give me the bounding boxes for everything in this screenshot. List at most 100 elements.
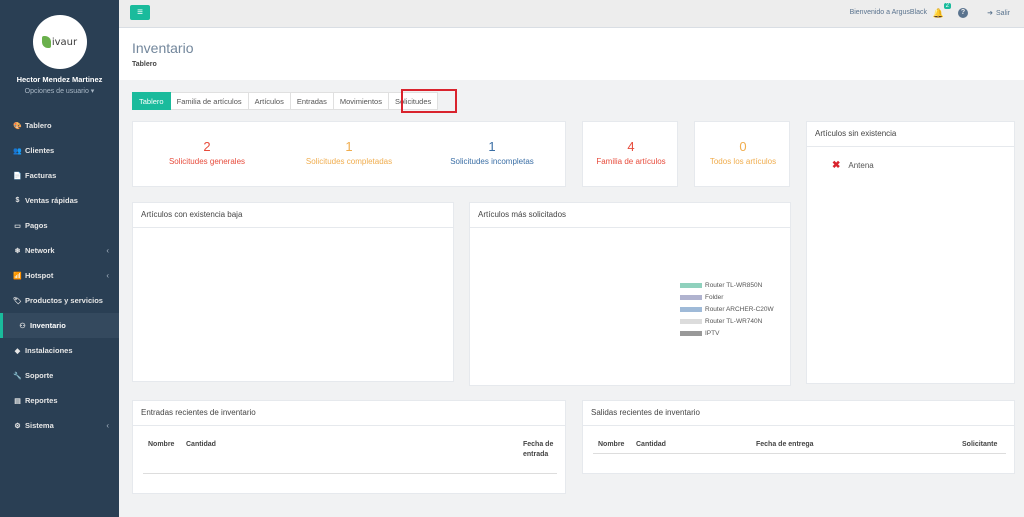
stat-value: 4	[627, 139, 635, 154]
column-header[interactable]: Fecha de entrega	[756, 440, 814, 450]
dollar-icon: $	[15, 197, 20, 204]
panel-title: Salidas recientes de inventario	[583, 401, 1014, 426]
legend-swatch	[680, 294, 702, 300]
help-icon[interactable]: ?	[958, 8, 968, 18]
users-icon: 👥	[13, 147, 22, 155]
sidebar-item-facturas[interactable]: 📄 Facturas	[0, 163, 119, 188]
column-header[interactable]: Nombre	[598, 440, 624, 450]
tab-movimientos[interactable]: Movimientos	[333, 92, 389, 110]
sidebar-item-inventario[interactable]: ⚇ Inventario	[0, 313, 119, 338]
sidebar-item-tablero[interactable]: 🎨 Tablero	[0, 113, 119, 138]
sidebar-item-label: Hotspot	[25, 271, 54, 280]
logout-label: Salir	[995, 10, 1010, 17]
dashboard-icon: 🎨	[13, 122, 22, 130]
sidebar: ivaur Hector Mendez Martinez Opciones de…	[0, 0, 119, 517]
sidebar-item-sistema[interactable]: ⚙ Sistema ‹	[0, 413, 119, 438]
tab-entradas[interactable]: Entradas	[290, 92, 334, 110]
sidebar-item-label: Network	[25, 246, 55, 255]
legend-label: Folder	[705, 293, 724, 301]
table-divider	[143, 473, 557, 474]
item-name: Antena	[848, 161, 874, 170]
chart-legend: Router TL-WR850N Folder Router ARCHER-C2…	[680, 279, 774, 339]
tag-icon: 🏷	[13, 297, 22, 305]
stat-value: 1	[345, 139, 353, 154]
chevron-left-icon: ‹	[106, 246, 109, 255]
column-header[interactable]: Cantidad	[186, 440, 216, 450]
stat-familia-articulos[interactable]: 4 Familia de artículos	[583, 139, 679, 167]
diamond-icon: ◆	[14, 347, 21, 355]
table-divider	[593, 453, 1006, 454]
legend-item: Router ARCHER-C20W	[680, 303, 774, 315]
column-header[interactable]: Cantidad	[636, 440, 666, 450]
tab-articulos[interactable]: Artículos	[248, 92, 291, 110]
chevron-left-icon: ‹	[106, 271, 109, 280]
sidebar-item-pagos[interactable]: ▭ Pagos	[0, 213, 119, 238]
page-title: Inventario	[132, 40, 194, 56]
sidebar-item-label: Facturas	[25, 171, 57, 180]
legend-item: IPTV	[680, 327, 774, 339]
welcome-text[interactable]: Bienvenido a ArgusBlack	[850, 9, 927, 16]
sidebar-item-reportes[interactable]: ▤ Reportes	[0, 388, 119, 413]
hamburger-icon: ≡	[137, 7, 143, 18]
sidebar-nav: 🎨 Tablero 👥 Clientes 📄 Facturas $ Ventas ráp…	[0, 113, 119, 438]
sidebar-item-label: Tablero	[25, 121, 52, 130]
sidebar-item-label: Soporte	[25, 371, 54, 380]
user-name: Hector Mendez Martinez	[16, 75, 103, 84]
stat-label: Solicitudes completadas	[305, 157, 393, 166]
logo-text: ivaur	[51, 36, 78, 48]
panel-title: Artículos más solicitados	[470, 203, 790, 228]
report-icon: ▤	[14, 397, 21, 405]
breadcrumb: Tablero	[132, 61, 157, 68]
column-header[interactable]: Nombre	[148, 440, 174, 450]
legend-item: Router TL-WR740N	[680, 315, 774, 327]
legend-swatch	[680, 282, 702, 288]
sidebar-item-label: Reportes	[25, 396, 58, 405]
bell-icon[interactable]: 🔔	[933, 8, 944, 19]
sidebar-item-label: Sistema	[25, 421, 54, 430]
most-requested-panel: Artículos más solicitados Router TL-WR85…	[469, 202, 791, 386]
stat-solicitudes-incompletas[interactable]: 1 Solicitudes incompletas	[421, 140, 563, 167]
legend-label: IPTV	[705, 329, 720, 337]
logout-link[interactable]: ➜ Salir	[987, 9, 1010, 17]
file-icon: 📄	[13, 172, 22, 180]
card-icon: ▭	[14, 222, 21, 230]
column-header[interactable]: Fecha de entrada	[523, 440, 559, 460]
sign-out-icon: ➜	[987, 10, 993, 17]
logo-leaf-icon	[41, 36, 51, 48]
legend-swatch	[680, 330, 702, 336]
sidebar-item-productos[interactable]: 🏷 Productos y servicios	[0, 288, 119, 313]
sidebar-item-label: Ventas rápidas	[25, 196, 78, 205]
list-item: ✖ Antena	[832, 160, 874, 171]
wifi-icon: 📶	[13, 272, 22, 280]
sidebar-item-clientes[interactable]: 👥 Clientes	[0, 138, 119, 163]
user-options-dropdown[interactable]: Opciones de usuario ▾	[0, 87, 119, 95]
tab-familia-articulos[interactable]: Familia de artículos	[170, 92, 249, 110]
tab-tablero[interactable]: Tablero	[132, 92, 171, 110]
panel-title: Entradas recientes de inventario	[133, 401, 565, 426]
panel-title: Artículos con existencia baja	[133, 203, 453, 228]
stat-label: Solicitudes generales	[168, 157, 246, 166]
stat-todos-articulos[interactable]: 0 Todos los artículos	[695, 140, 791, 167]
stat-solicitudes-generales[interactable]: 2 Solicitudes generales	[137, 140, 277, 167]
sidebar-item-network[interactable]: ❄ Network ‹	[0, 238, 119, 263]
wrench-icon: 🔧	[13, 372, 22, 380]
low-stock-panel: Artículos con existencia baja	[132, 202, 454, 382]
missing-items-panel: Artículos sin existencia ✖ Antena	[806, 121, 1015, 384]
avatar[interactable]: ivaur	[32, 15, 87, 69]
sidebar-item-label: Productos y servicios	[25, 296, 103, 305]
legend-swatch	[680, 318, 702, 324]
sidebar-item-hotspot[interactable]: 📶 Hotspot ‹	[0, 263, 119, 288]
requests-stats-panel: 2 Solicitudes generales 1 Solicitudes co…	[132, 121, 566, 187]
legend-label: Router ARCHER-C20W	[705, 305, 774, 313]
stat-solicitudes-completadas[interactable]: 1 Solicitudes completadas	[279, 139, 419, 167]
sidebar-item-label: Inventario	[30, 321, 66, 330]
network-icon: ❄	[14, 247, 21, 255]
menu-toggle-button[interactable]: ≡	[130, 5, 150, 20]
families-stat-panel: 4 Familia de artículos	[582, 121, 678, 187]
sidebar-item-label: Clientes	[25, 146, 55, 155]
column-header[interactable]: Solicitante	[962, 440, 997, 450]
close-icon: ✖	[832, 160, 841, 171]
sidebar-item-ventas-rapidas[interactable]: $ Ventas rápidas	[0, 188, 119, 213]
sidebar-item-soporte[interactable]: 🔧 Soporte	[0, 363, 119, 388]
sidebar-item-instalaciones[interactable]: ◆ Instalaciones	[0, 338, 119, 363]
